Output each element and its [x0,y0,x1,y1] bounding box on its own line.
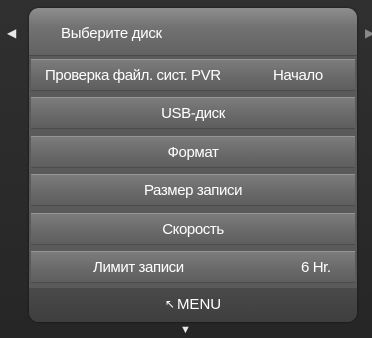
menu-item-label: Размер записи [143,182,243,199]
menu-item-label: Проверка файл. сист. PVR [45,67,221,84]
left-arrow-icon[interactable]: ◀ [7,27,16,39]
menu-item-format[interactable]: Формат [31,136,355,168]
down-arrow-icon[interactable]: ▼ [180,324,191,336]
osd-screen: ◀ ▶ Выберите диск Проверка файл. сист. P… [0,0,372,338]
menu-item-speed[interactable]: Скорость [31,213,355,245]
menu-item-usb-disk[interactable]: USB-диск [31,97,355,129]
menu-item-record-size[interactable]: Размер записи [31,174,355,206]
right-arrow-icon[interactable]: ▶ [365,27,372,39]
menu-item-label: Лимит записи [93,259,184,276]
pvr-settings-panel: Выберите диск Проверка файл. сист. PVR Н… [29,8,357,322]
panel-title: Выберите диск [61,25,162,42]
panel-header[interactable]: Выберите диск [29,8,357,56]
menu-item-pvr-file-system-check[interactable]: Проверка файл. сист. PVR Начало [31,59,355,91]
footer-bar: ↖ MENU [29,288,357,322]
menu-item-label: USB-диск [161,105,225,122]
menu-return-button[interactable]: ↖ MENU [29,296,357,313]
menu-item-value: 6 Hr. [301,259,331,276]
return-icon: ↖ [164,297,175,311]
menu-item-value: Начало [273,67,323,84]
menu-label: MENU [176,296,222,313]
menu-item-record-limit[interactable]: Лимит записи 6 Hr. [31,251,355,283]
menu-item-label: Скорость [162,221,224,238]
menu-item-label: Формат [167,144,219,161]
